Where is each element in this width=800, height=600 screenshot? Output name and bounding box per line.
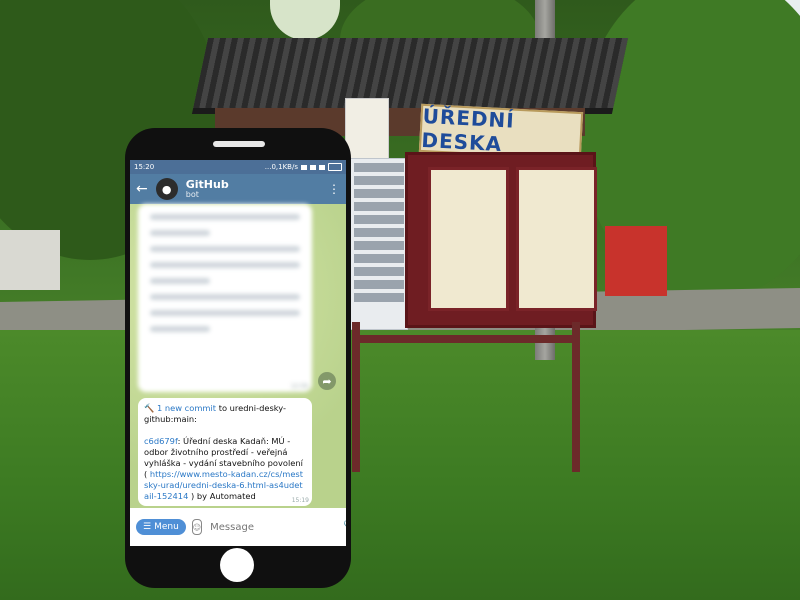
battery-icon — [328, 163, 342, 171]
message-input[interactable] — [208, 520, 338, 534]
status-icons: ...0,1KB/s — [265, 163, 342, 171]
menu-button[interactable]: ☰ Menu — [136, 519, 186, 535]
glass-pane-left — [428, 167, 509, 311]
network-speed: ...0,1KB/s — [264, 163, 298, 171]
lawn — [0, 330, 800, 600]
message-tail: ) by Automated — [191, 491, 256, 502]
glass-pane-right — [516, 167, 597, 311]
wall — [0, 230, 60, 290]
chat-subtitle: bot — [185, 189, 199, 199]
wifi-icon — [319, 164, 325, 170]
support-leg-right — [572, 322, 580, 472]
message-time: 12:59 — [290, 383, 308, 390]
hash-link[interactable]: c6d679f — [144, 436, 178, 446]
signal-icon — [310, 164, 316, 170]
phone-frame: 15:20 ...0,1KB/s ← ● GitHub bot ⋮ 12:59 — [125, 128, 351, 588]
back-arrow-icon[interactable]: ← — [136, 182, 148, 196]
sky-gap — [270, 0, 340, 40]
hammer-icon: 🔨 — [144, 403, 155, 413]
more-menu-icon[interactable]: ⋮ — [328, 182, 340, 196]
poster-board — [350, 158, 408, 330]
sticker-icon[interactable]: ☺ — [191, 519, 203, 535]
commit-link[interactable]: 1 new commit — [157, 403, 216, 413]
phone-speaker — [213, 141, 265, 147]
support-leg-left — [352, 322, 360, 472]
blurred-message: 12:59 — [138, 204, 312, 392]
background-photo: ÚŘEDNÍ DESKA — [0, 0, 800, 600]
chat-title: GitHub — [185, 178, 229, 192]
github-octocat-icon[interactable]: ● — [155, 178, 178, 200]
alarm-icon — [301, 164, 307, 170]
commit-message: 🔨 1 new commit to uredni-desky-github:ma… — [138, 398, 312, 506]
attach-icon[interactable]: 📎 — [343, 520, 346, 534]
chat-title-block[interactable]: GitHub bot — [186, 179, 320, 199]
forward-icon[interactable]: ➦ — [318, 372, 336, 390]
status-bar: 15:20 ...0,1KB/s — [130, 160, 346, 174]
message-time: 15:19 — [291, 497, 309, 505]
red-gate — [605, 226, 667, 296]
status-time: 15:20 — [134, 163, 155, 171]
support-rail — [352, 335, 577, 343]
input-bar: ☰ Menu ☺ 📎 🎤 — [130, 508, 346, 546]
chat-area: 12:59 ➦ 🔨 1 new commit to uredni-desky-g… — [130, 204, 346, 508]
small-poster — [345, 98, 389, 160]
home-button[interactable] — [220, 548, 254, 582]
chat-header: ← ● GitHub bot ⋮ — [130, 174, 346, 204]
phone-screen: 15:20 ...0,1KB/s ← ● GitHub bot ⋮ 12:59 — [130, 160, 346, 546]
noticeboard-roof — [191, 38, 629, 114]
noticeboard-case — [405, 152, 597, 328]
menu-button-label: Menu — [154, 522, 179, 532]
